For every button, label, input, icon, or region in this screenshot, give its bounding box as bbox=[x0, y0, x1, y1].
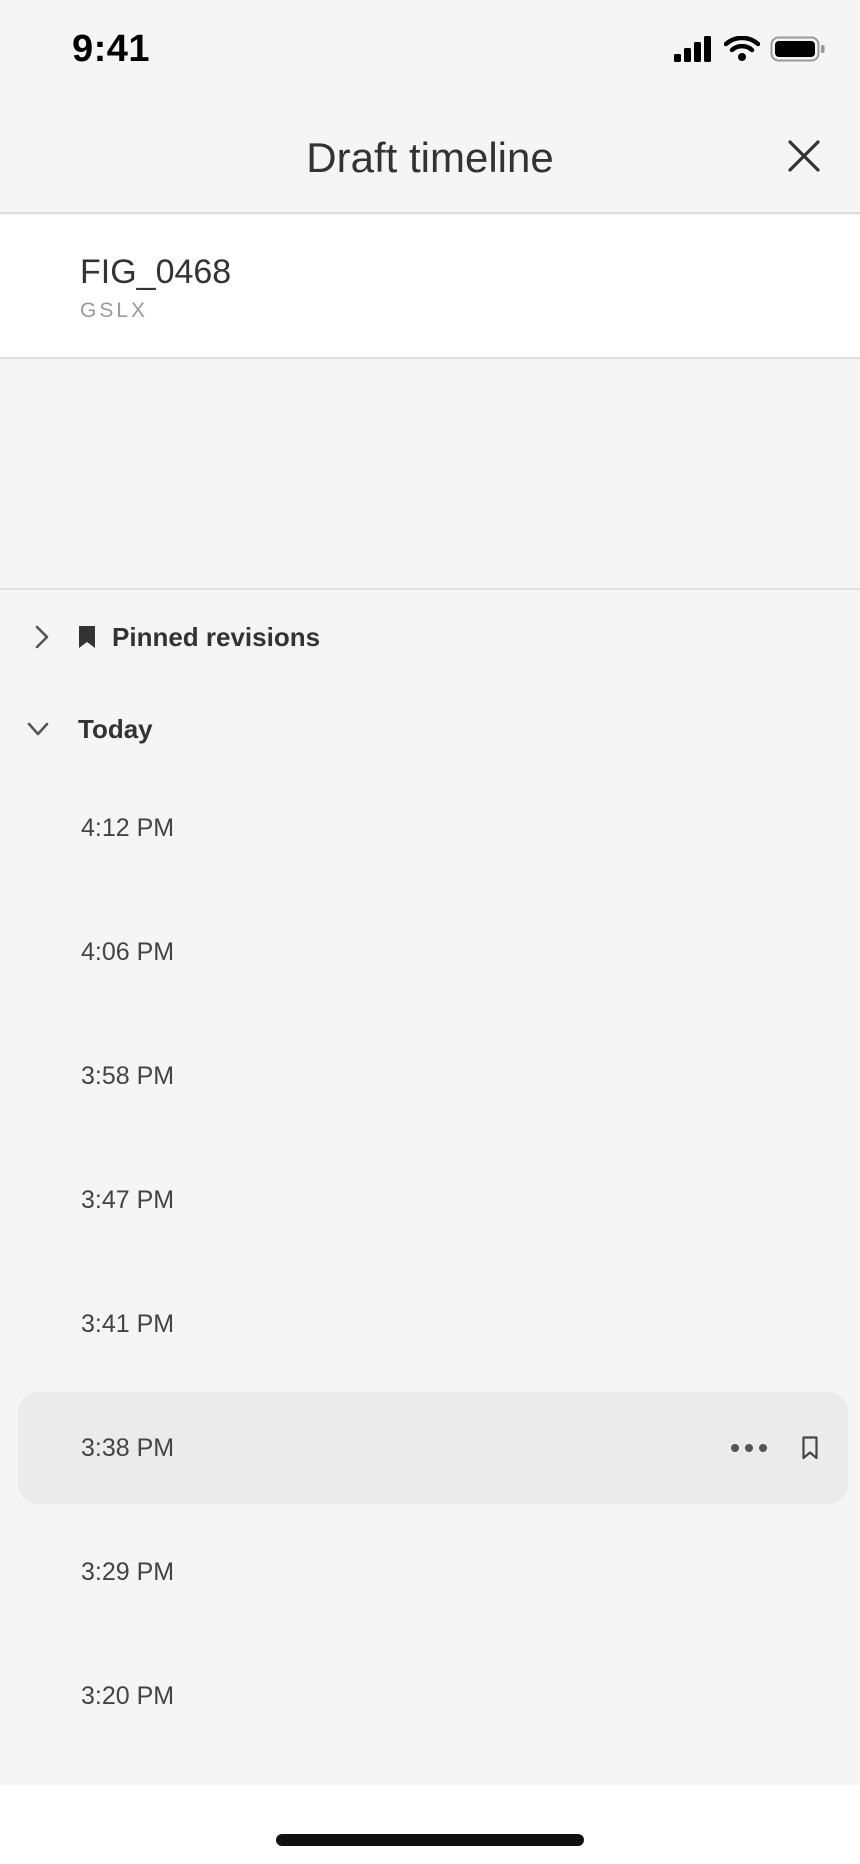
revision-item[interactable]: 4:06 PM bbox=[18, 896, 848, 1008]
revision-actions bbox=[730, 1436, 818, 1460]
revision-item[interactable]: 3:20 PM bbox=[18, 1640, 848, 1752]
revision-time: 3:41 PM bbox=[81, 1309, 175, 1338]
revision-list: 4:12 PM 4:06 PM 3:58 PM 3:47 PM 3:41 PM … bbox=[0, 772, 860, 1764]
revision-item[interactable]: 3:29 PM bbox=[18, 1516, 848, 1628]
pinned-revisions-section[interactable]: Pinned revisions bbox=[0, 602, 860, 672]
home-indicator-area bbox=[0, 1785, 860, 1864]
today-section[interactable]: Today bbox=[0, 694, 860, 764]
pinned-revisions-label: Pinned revisions bbox=[112, 621, 321, 652]
chevron-down-icon bbox=[27, 722, 49, 736]
revision-item[interactable]: 4:12 PM bbox=[18, 772, 848, 884]
close-icon bbox=[788, 140, 820, 172]
revision-time: 3:29 PM bbox=[81, 1557, 175, 1586]
page-title: Draft timeline bbox=[306, 134, 554, 181]
pin-revision-button[interactable] bbox=[802, 1436, 818, 1460]
revision-item[interactable]: 3:58 PM bbox=[18, 1020, 848, 1132]
revision-item[interactable]: 3:41 PM bbox=[18, 1268, 848, 1380]
battery-icon bbox=[770, 36, 825, 62]
revision-item[interactable]: 3:47 PM bbox=[18, 1144, 848, 1256]
more-options-button[interactable] bbox=[730, 1443, 768, 1453]
signal-icon bbox=[674, 36, 711, 62]
file-name: FIG_0468 bbox=[80, 253, 232, 291]
close-button[interactable] bbox=[778, 130, 830, 182]
revision-time: 4:12 PM bbox=[81, 813, 175, 842]
revision-item-selected[interactable]: 3:38 PM bbox=[18, 1392, 848, 1504]
draft-timeline-screen: 9:41 Draft timeline FIG_0468 GSLX Pinned… bbox=[0, 0, 860, 1864]
revision-time: 3:58 PM bbox=[81, 1061, 175, 1090]
home-indicator[interactable] bbox=[276, 1834, 584, 1846]
more-horizontal-icon bbox=[731, 1444, 767, 1452]
status-icons bbox=[674, 36, 826, 62]
bookmark-outline-icon bbox=[802, 1436, 818, 1460]
file-type: GSLX bbox=[80, 299, 149, 322]
wifi-icon bbox=[724, 36, 760, 61]
today-label: Today bbox=[78, 713, 153, 744]
revision-time: 3:47 PM bbox=[81, 1185, 175, 1214]
revision-time: 4:06 PM bbox=[81, 937, 175, 966]
revision-time: 3:38 PM bbox=[81, 1433, 175, 1462]
revision-time: 3:20 PM bbox=[81, 1681, 175, 1710]
header: Draft timeline bbox=[0, 100, 860, 214]
status-bar: 9:41 bbox=[0, 0, 860, 100]
preview-area bbox=[0, 360, 860, 590]
bookmark-icon bbox=[79, 626, 95, 648]
chevron-right-icon bbox=[35, 625, 49, 649]
file-info-card: FIG_0468 GSLX bbox=[0, 215, 860, 359]
status-time: 9:41 bbox=[72, 28, 151, 70]
